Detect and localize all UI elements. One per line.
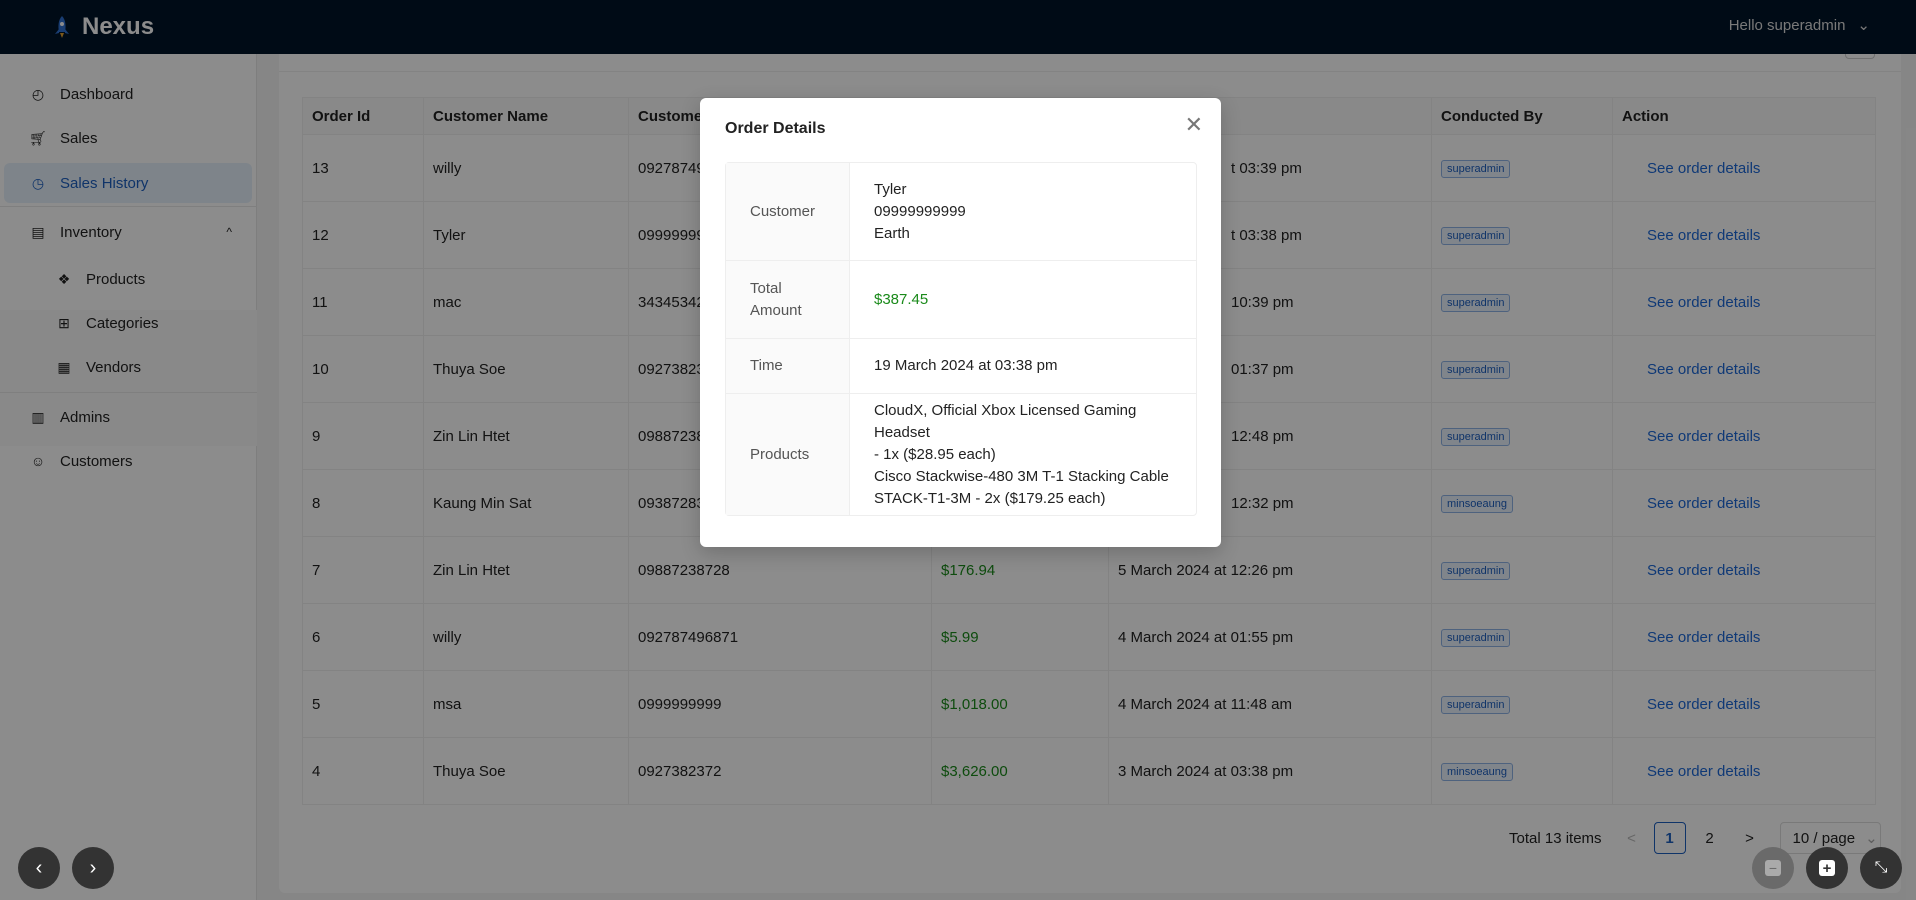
detail-row: Total Amount $387.45 — [726, 261, 1196, 339]
zoom-out-button[interactable]: − — [1752, 847, 1794, 889]
detail-row: Customer Tyler 09999999999 Earth — [726, 163, 1196, 261]
collapse-button[interactable]: ⤡ — [1860, 847, 1902, 889]
forward-button[interactable]: › — [72, 847, 114, 889]
plus-icon: + — [1819, 860, 1835, 877]
zoom-in-button[interactable]: + — [1806, 847, 1848, 889]
detail-value: 19 March 2024 at 03:38 pm — [850, 339, 1196, 393]
minus-icon: − — [1765, 860, 1781, 876]
detail-line: STACK-T1-3M - 2x ($179.25 each) — [874, 489, 1106, 507]
detail-line: CloudX, Official Xbox Licensed Gaming He… — [874, 401, 1137, 441]
close-icon[interactable]: ✕ — [1185, 112, 1203, 138]
chevron-left-icon: ‹ — [35, 856, 43, 879]
collapse-icon: ⤡ — [1874, 859, 1888, 876]
modal-title: Order Details — [725, 120, 826, 137]
order-details-table: Customer Tyler 09999999999 Earth Total Amoun… — [725, 162, 1197, 516]
detail-value: Tyler 09999999999 Earth — [850, 163, 1196, 260]
detail-line: $387.45 — [874, 290, 929, 308]
detail-label: Total Amount — [726, 261, 850, 338]
detail-value: CloudX, Official Xbox Licensed Gaming He… — [850, 394, 1196, 515]
detail-label: Time — [726, 339, 850, 393]
detail-line: 09999999999 — [874, 202, 966, 220]
detail-label: Products — [726, 394, 850, 515]
order-details-modal: Order Details ✕ Customer Tyler 09999999999… — [700, 98, 1221, 547]
detail-line: Tyler — [874, 180, 907, 198]
detail-line: 19 March 2024 at 03:38 pm — [874, 357, 1058, 374]
detail-label: Customer — [726, 163, 850, 260]
detail-line: Cisco Stackwise-480 3M T-1 Stacking Cabl… — [874, 467, 1169, 485]
detail-row: Products CloudX, Official Xbox Licensed G… — [726, 394, 1196, 515]
back-button[interactable]: ‹ — [18, 847, 60, 889]
detail-row: Time 19 March 2024 at 03:38 pm — [726, 339, 1196, 394]
detail-value: $387.45 — [850, 261, 1196, 338]
detail-line: Earth — [874, 224, 910, 242]
detail-line: - 1x ($28.95 each) — [874, 445, 996, 463]
chevron-right-icon: › — [89, 856, 97, 879]
